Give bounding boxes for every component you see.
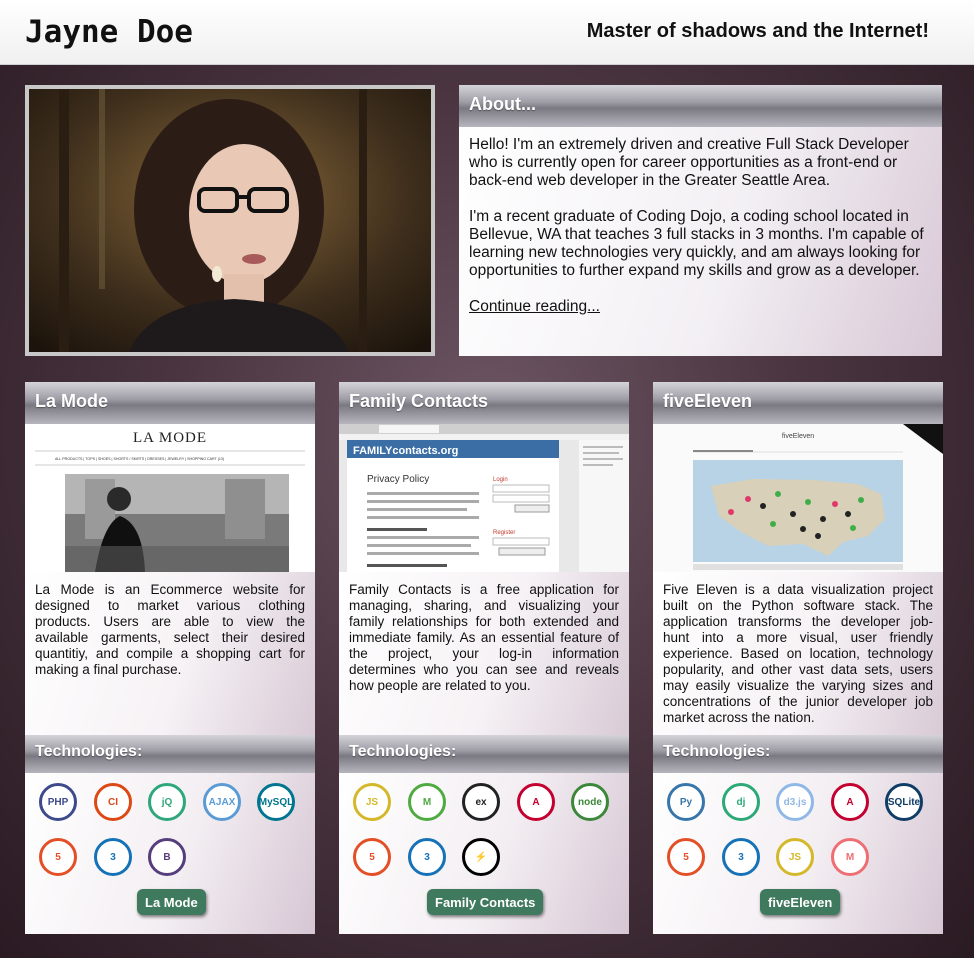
technologies-heading: Technologies: bbox=[25, 735, 315, 773]
continue-reading-link[interactable]: Continue reading... bbox=[469, 298, 600, 316]
about-title: About... bbox=[459, 85, 942, 127]
project-description: Family Contacts is a free application fo… bbox=[339, 572, 629, 735]
css3-icon: 3 bbox=[722, 838, 760, 876]
project-card-family-contacts: Family Contacts FAMILYcontacts.org Priva… bbox=[339, 382, 629, 934]
about-body: Hello! I'm an extremely driven and creat… bbox=[459, 127, 942, 356]
la-mode-button[interactable]: La Mode bbox=[137, 889, 206, 915]
angular-icon: A bbox=[831, 783, 869, 821]
project-screenshot[interactable]: LA MODE ALL PRODUCTS | TOPS | SHOES | SH… bbox=[25, 424, 315, 572]
mysql-icon: MySQL bbox=[257, 783, 295, 821]
php-icon: PHP bbox=[39, 783, 77, 821]
screenshot-brand: fiveEleven bbox=[782, 433, 814, 440]
javascript-icon: JS bbox=[353, 783, 391, 821]
css3-icon: 3 bbox=[408, 838, 446, 876]
angular-icon: A bbox=[517, 783, 555, 821]
screenshot-register: Register bbox=[493, 530, 515, 536]
site-name[interactable]: Jayne Doe bbox=[25, 14, 193, 50]
technologies-heading: Technologies: bbox=[653, 735, 943, 773]
express-icon: ex bbox=[462, 783, 500, 821]
screenshot-brand: FAMILYcontacts.org bbox=[353, 445, 458, 457]
project-title: La Mode bbox=[25, 382, 315, 424]
javascript-icon: JS bbox=[776, 838, 814, 876]
mongodb-icon: M bbox=[408, 783, 446, 821]
screenshot-heading: Privacy Policy bbox=[367, 474, 429, 485]
project-description: Five Eleven is a data visualization proj… bbox=[653, 572, 943, 735]
project-card-la-mode: La Mode LA MODE ALL PRODUCTS | TOPS | SH… bbox=[25, 382, 315, 934]
site-tagline: Master of shadows and the Internet! bbox=[586, 20, 929, 42]
about-paragraph-2: I'm a recent graduate of Coding Dojo, a … bbox=[469, 208, 924, 279]
screenshot-nav: ALL PRODUCTS | TOPS | SHOES | SHORTS / S… bbox=[55, 457, 224, 461]
technologies-list: PHP CI jQ AJAX MySQL 5 3 B La Mode bbox=[25, 773, 315, 934]
about-paragraph-1: Hello! I'm an extremely driven and creat… bbox=[469, 136, 909, 189]
html5-icon: 5 bbox=[667, 838, 705, 876]
jquery-icon: jQ bbox=[148, 783, 186, 821]
technologies-list: JS M ex A node 5 3 ⚡ Family Contacts bbox=[339, 773, 629, 934]
node-icon: node bbox=[571, 783, 609, 821]
project-title: fiveEleven bbox=[653, 382, 943, 424]
screenshot-brand: LA MODE bbox=[133, 430, 207, 446]
html5-icon: 5 bbox=[39, 838, 77, 876]
about-panel: About... Hello! I'm an extremely driven … bbox=[459, 85, 942, 356]
project-card-fiveeleven: fiveEleven fiveEleven Five Eleven is a d… bbox=[653, 382, 943, 934]
python-icon: Py bbox=[667, 783, 705, 821]
codeigniter-icon: CI bbox=[94, 783, 132, 821]
technologies-list: Py dj d3.js A SQLite 5 3 JS M fiveEleven bbox=[653, 773, 943, 934]
project-title: Family Contacts bbox=[339, 382, 629, 424]
fiveeleven-button[interactable]: fiveEleven bbox=[760, 889, 841, 915]
technologies-heading: Technologies: bbox=[339, 735, 629, 773]
profile-photo bbox=[25, 85, 435, 356]
family-contacts-button[interactable]: Family Contacts bbox=[427, 889, 544, 915]
django-icon: dj bbox=[722, 783, 760, 821]
materialize-icon: M bbox=[831, 838, 869, 876]
project-screenshot[interactable]: fiveEleven bbox=[653, 424, 943, 572]
d3-icon: d3.js bbox=[776, 783, 814, 821]
ajax-icon: AJAX bbox=[203, 783, 241, 821]
html5-icon: 5 bbox=[353, 838, 391, 876]
screenshot-login: Login bbox=[493, 477, 508, 483]
project-screenshot[interactable]: FAMILYcontacts.org Privacy Policy Login … bbox=[339, 424, 629, 572]
project-description: La Mode is an Ecommerce website for desi… bbox=[25, 572, 315, 735]
top-bar: Jayne Doe Master of shadows and the Inte… bbox=[0, 0, 974, 65]
sqlite-icon: SQLite bbox=[885, 783, 923, 821]
css3-icon: 3 bbox=[94, 838, 132, 876]
socketio-icon: ⚡ bbox=[462, 838, 500, 876]
bootstrap-icon: B bbox=[148, 838, 186, 876]
